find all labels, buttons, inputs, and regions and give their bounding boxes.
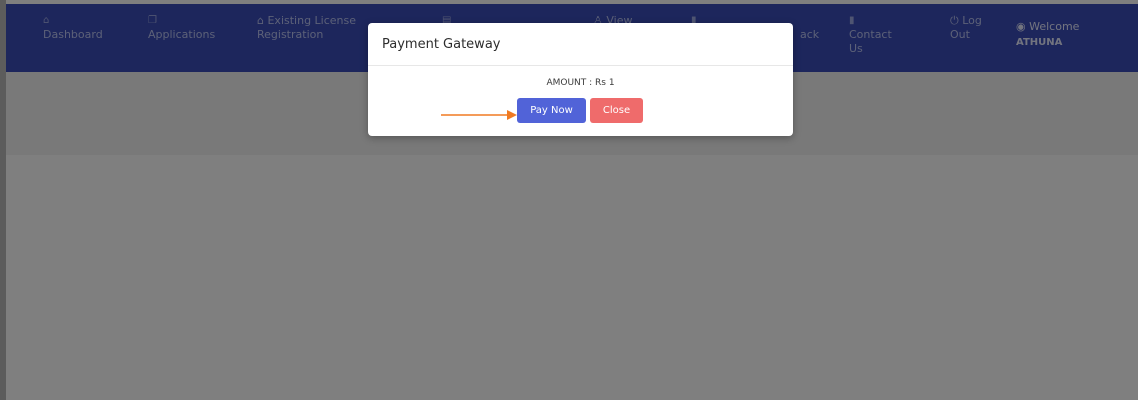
payment-gateway-modal: Payment Gateway AMOUNT : Rs 1 Pay Now Cl… <box>368 23 793 136</box>
close-button[interactable]: Close <box>590 98 643 123</box>
modal-title: Payment Gateway <box>368 23 793 66</box>
amount-text: AMOUNT : Rs 1 <box>546 78 615 88</box>
pay-now-button[interactable]: Pay Now <box>517 98 586 123</box>
arrow-icon <box>441 110 517 120</box>
